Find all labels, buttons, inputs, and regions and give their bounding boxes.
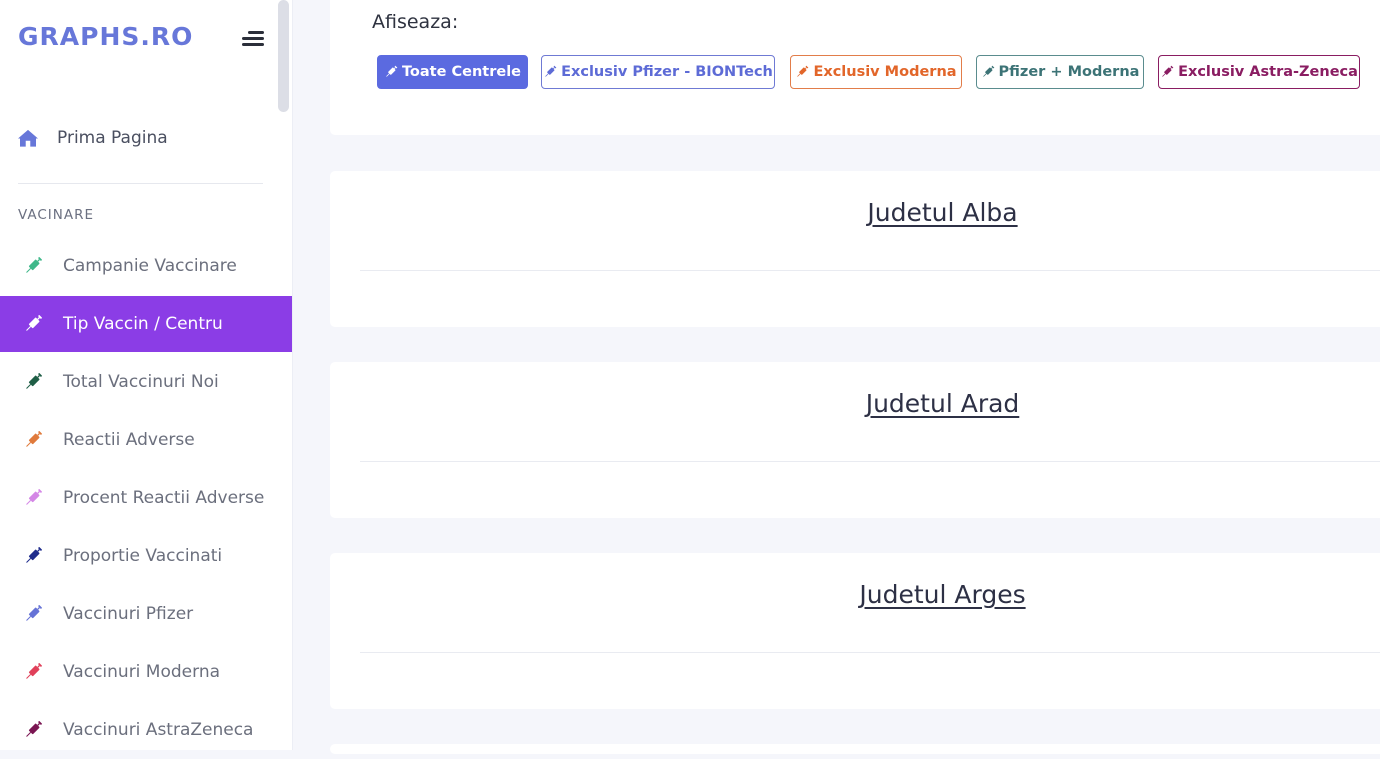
sidebar-section-title: VACINARE bbox=[18, 207, 95, 223]
syringe-icon bbox=[26, 373, 42, 389]
syringe-icon bbox=[26, 663, 42, 679]
syringe-icon bbox=[22, 313, 44, 335]
county-title-link[interactable]: Judetul Arad bbox=[330, 389, 1380, 418]
sidebar-scrollbar[interactable] bbox=[278, 0, 289, 112]
sidebar-item-label: Procent Reactii Adverse bbox=[63, 488, 265, 508]
sidebar-item-label: Vaccinuri AstraZeneca bbox=[63, 720, 254, 740]
syringe-icon bbox=[982, 65, 994, 77]
syringe-icon bbox=[26, 257, 42, 273]
county-title-link[interactable]: Judetul Arges bbox=[330, 580, 1380, 609]
filter-all-centers-button[interactable]: Toate Centrele bbox=[377, 55, 528, 89]
syringe-icon bbox=[22, 255, 44, 277]
sidebar-item-label: Tip Vaccin / Centru bbox=[63, 314, 223, 334]
syringe-icon bbox=[22, 603, 44, 625]
county-card: Judetul Arad bbox=[330, 362, 1380, 518]
filter-pfizer-moderna-button[interactable]: Pfizer + Moderna bbox=[976, 55, 1144, 89]
syringe-icon bbox=[1162, 65, 1174, 77]
sidebar-item[interactable]: Total Vaccinuri Noi bbox=[0, 353, 292, 411]
county-title-link[interactable]: Judetul Alba bbox=[330, 198, 1380, 227]
sidebar-item-label: Campanie Vaccinare bbox=[63, 256, 237, 276]
sidebar-item[interactable]: Vaccinuri Moderna bbox=[0, 643, 292, 701]
filter-card: Afiseaza: Toate Centrele Exclusiv Pfizer… bbox=[330, 0, 1380, 135]
syringe-icon bbox=[26, 431, 42, 447]
sidebar-item-label: Reactii Adverse bbox=[63, 430, 195, 450]
card-divider bbox=[360, 270, 1380, 271]
brand-logo[interactable]: GRAPHS.RO bbox=[18, 22, 193, 51]
syringe-icon bbox=[386, 65, 398, 77]
sidebar-item[interactable]: Tip Vaccin / Centru bbox=[0, 296, 292, 352]
syringe-icon bbox=[26, 721, 42, 737]
sidebar-item[interactable]: Procent Reactii Adverse bbox=[0, 469, 292, 527]
syringe-icon bbox=[26, 605, 42, 621]
filter-pfizer-button[interactable]: Exclusiv Pfizer - BIONTech bbox=[541, 55, 775, 89]
syringe-icon bbox=[22, 429, 44, 451]
sidebar-item-label: Prima Pagina bbox=[57, 128, 168, 148]
sidebar-divider bbox=[18, 183, 263, 184]
main-content: Afiseaza: Toate Centrele Exclusiv Pfizer… bbox=[293, 0, 1380, 754]
sidebar-item-home[interactable]: Prima Pagina bbox=[0, 116, 280, 160]
syringe-icon bbox=[26, 547, 42, 563]
sidebar-item[interactable]: Vaccinuri AstraZeneca bbox=[0, 701, 292, 759]
county-card: Judetul Alba bbox=[330, 171, 1380, 327]
filter-title: Afiseaza: bbox=[372, 11, 459, 33]
syringe-icon bbox=[545, 65, 557, 77]
syringe-icon bbox=[26, 489, 42, 505]
sidebar: GRAPHS.RO Prima Pagina VACINARE Campanie… bbox=[0, 0, 293, 750]
sidebar-item[interactable]: Reactii Adverse bbox=[0, 411, 292, 469]
sidebar-item[interactable]: Campanie Vaccinare bbox=[0, 237, 292, 295]
syringe-icon bbox=[22, 487, 44, 509]
sidebar-item-label: Vaccinuri Moderna bbox=[63, 662, 221, 682]
home-icon bbox=[18, 129, 38, 147]
sidebar-item-label: Vaccinuri Pfizer bbox=[63, 604, 194, 624]
syringe-icon bbox=[22, 661, 44, 683]
card-divider bbox=[360, 461, 1380, 462]
sidebar-item-label: Proportie Vaccinati bbox=[63, 546, 223, 566]
sidebar-nav: Campanie Vaccinare Tip Vaccin / Centru Tot… bbox=[0, 237, 292, 759]
syringe-icon bbox=[26, 315, 42, 331]
syringe-icon bbox=[22, 545, 44, 567]
syringe-icon bbox=[22, 719, 44, 741]
sidebar-item[interactable]: Proportie Vaccinati bbox=[0, 527, 292, 585]
filter-astrazeneca-button[interactable]: Exclusiv Astra-Zeneca bbox=[1158, 55, 1360, 89]
card-divider bbox=[360, 652, 1380, 653]
sidebar-item-label: Total Vaccinuri Noi bbox=[63, 372, 219, 392]
filter-moderna-button[interactable]: Exclusiv Moderna bbox=[790, 55, 962, 89]
syringe-icon bbox=[797, 65, 809, 77]
county-card: Judetul Arges bbox=[330, 553, 1380, 709]
sidebar-item[interactable]: Vaccinuri Pfizer bbox=[0, 585, 292, 643]
syringe-icon bbox=[22, 371, 44, 393]
county-card bbox=[330, 744, 1380, 754]
menu-toggle-icon[interactable] bbox=[240, 29, 264, 49]
